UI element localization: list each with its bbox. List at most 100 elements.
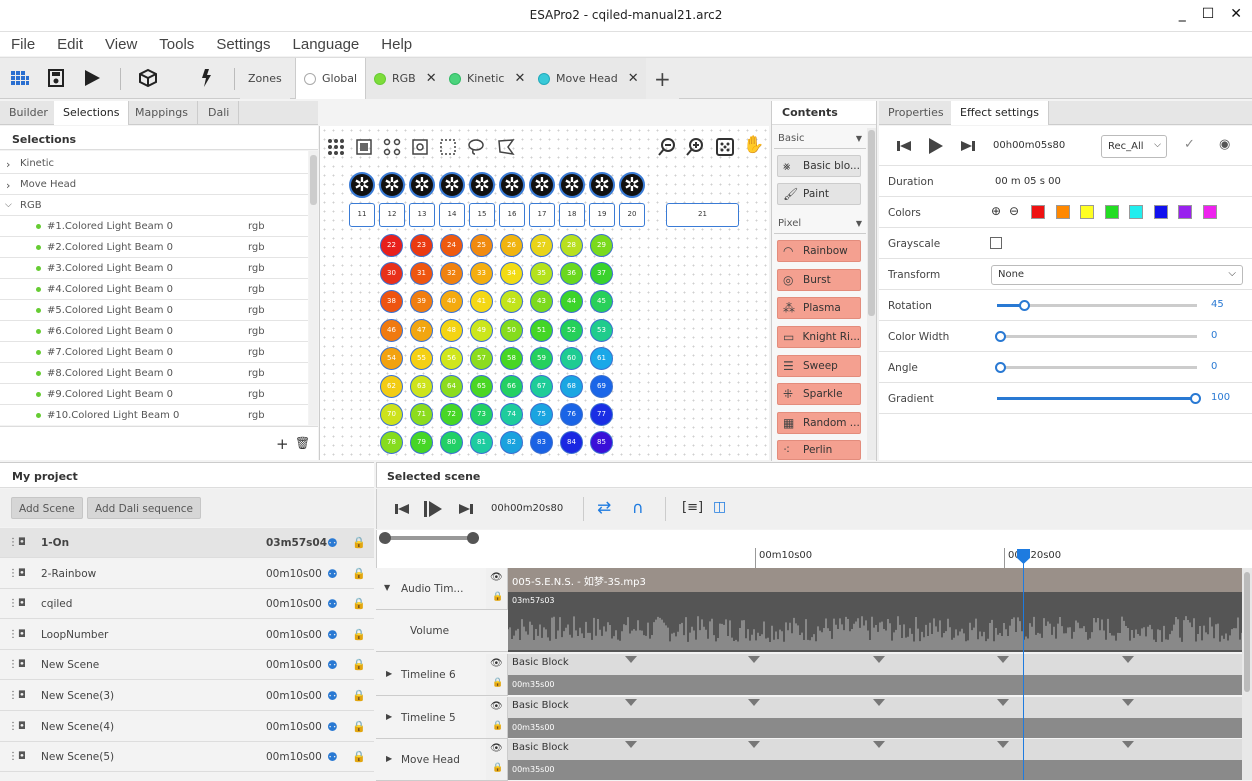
keyframe-marker-icon[interactable] — [748, 741, 760, 748]
color-swatch[interactable] — [1104, 205, 1119, 219]
trash-icon[interactable]: 🗑 — [295, 436, 310, 450]
move-head-fixture[interactable]: 12 — [379, 203, 405, 227]
kinetic-fan-icon[interactable] — [529, 172, 555, 198]
slider-track[interactable] — [997, 393, 1201, 404]
add-icon[interactable]: + — [276, 435, 289, 453]
scene-row[interactable]: ⋮◘ LoopNumber 00m10s00 ⚉ 🔒 — [0, 619, 374, 650]
keyframe-marker-icon[interactable] — [748, 698, 760, 706]
lock-icon[interactable]: 🔒 — [492, 678, 503, 688]
dots-select-icon[interactable] — [383, 138, 401, 156]
pan-hand-icon[interactable]: ✋ — [743, 135, 764, 155]
tab-selections[interactable]: Selections — [54, 101, 130, 125]
menu-settings[interactable]: Settings — [216, 36, 270, 53]
rgb-led-fixture[interactable]: 48 — [440, 318, 463, 342]
drag-handle-icon[interactable]: ⋮◘ — [8, 690, 26, 701]
menu-view[interactable]: View — [105, 36, 137, 53]
audio-clip[interactable]: 005-S.E.N.S. - 如梦-3S.mp3 03m57s03 — [508, 568, 1244, 610]
selection-item[interactable]: #2.Colored Light Beam 0 rgb — [0, 237, 308, 258]
lock-icon[interactable]: 🔒 — [492, 763, 503, 773]
play-icon[interactable] — [82, 68, 102, 88]
lightning-icon[interactable] — [196, 68, 216, 88]
selection-item[interactable]: #9.Colored Light Beam 0 rgb — [0, 384, 308, 405]
keyframe-marker-icon[interactable] — [748, 656, 760, 663]
selection-item[interactable]: #5.Colored Light Beam 0 rgb — [0, 300, 308, 321]
move-head-fixture[interactable]: 18 — [559, 203, 585, 227]
group-icon[interactable]: ⚉ — [327, 628, 338, 642]
rgb-led-fixture[interactable]: 49 — [470, 318, 493, 342]
selection-item[interactable]: #7.Colored Light Beam 0 rgb — [0, 342, 308, 363]
lock-icon[interactable]: 🔒 — [352, 689, 366, 702]
rgb-led-fixture[interactable]: 61 — [590, 346, 613, 370]
rgb-led-fixture[interactable]: 60 — [560, 346, 583, 370]
rgb-led-fixture[interactable]: 53 — [590, 318, 613, 342]
skip-back-icon[interactable] — [395, 503, 409, 515]
move-head-fixture[interactable]: 16 — [499, 203, 525, 227]
rgb-led-fixture[interactable]: 59 — [530, 346, 553, 370]
zoom-in-icon[interactable] — [685, 137, 705, 157]
keyframe-marker-icon[interactable] — [625, 698, 637, 706]
effect-block[interactable]: Basic Block 00m35s00 — [508, 654, 1244, 696]
kinetic-fan-icon[interactable] — [349, 172, 375, 198]
grayscale-checkbox[interactable] — [990, 237, 1002, 249]
select-box-icon[interactable] — [355, 138, 373, 156]
effect-sweep[interactable]: ☰ Sweep — [777, 355, 861, 377]
close-icon[interactable]: ✕ — [1230, 6, 1242, 22]
rgb-led-fixture[interactable]: 29 — [590, 234, 613, 257]
add-color-icon[interactable]: ⊕ — [991, 204, 1001, 218]
rgb-led-fixture[interactable]: 67 — [530, 375, 553, 398]
rgb-led-fixture[interactable]: 55 — [410, 346, 433, 370]
rgb-led-fixture[interactable]: 24 — [440, 234, 463, 257]
drag-handle-icon[interactable]: ⋮◘ — [8, 537, 26, 548]
scene-row[interactable]: ⋮◘ New Scene 00m10s00 ⚉ 🔒 — [0, 650, 374, 681]
kinetic-fan-icon[interactable] — [469, 172, 495, 198]
rgb-led-fixture[interactable]: 46 — [380, 318, 403, 342]
tab-properties[interactable]: Properties — [879, 101, 954, 125]
menu-edit[interactable]: Edit — [57, 36, 83, 53]
rgb-led-fixture[interactable]: 23 — [410, 234, 433, 257]
kinetic-fan-icon[interactable] — [589, 172, 615, 198]
minimize-icon[interactable]: _ — [1179, 6, 1186, 22]
move-head-fixture[interactable]: 20 — [619, 203, 645, 227]
effect-paint[interactable]: 🖌 Paint — [777, 183, 861, 205]
cube-icon[interactable] — [138, 68, 158, 88]
slider-track[interactable] — [995, 331, 1197, 342]
rgb-led-fixture[interactable]: 54 — [380, 346, 403, 370]
rgb-led-fixture[interactable]: 64 — [440, 375, 463, 398]
skip-back-icon[interactable] — [897, 140, 911, 152]
magnet-icon[interactable]: ∩ — [632, 498, 644, 517]
color-swatch[interactable] — [1178, 205, 1192, 219]
rgb-led-fixture[interactable]: 27 — [530, 234, 553, 257]
lock-icon[interactable]: 🔒 — [352, 720, 366, 733]
keyframe-marker-icon[interactable] — [997, 698, 1009, 706]
color-swatch[interactable] — [1202, 205, 1217, 219]
color-swatch[interactable] — [1055, 205, 1070, 219]
slider-track[interactable] — [995, 362, 1197, 373]
scene-row[interactable]: ⋮◘ 1-On 03m57s04 ⚉ 🔒 — [0, 528, 374, 558]
effect-random[interactable]: ▦ Random ... — [777, 412, 861, 434]
rgb-led-fixture[interactable]: 63 — [410, 375, 433, 398]
keyframe-marker-icon[interactable] — [625, 656, 637, 663]
scene-row[interactable]: ⋮◘ cqiled 00m10s00 ⚉ 🔒 — [0, 589, 374, 620]
move-head-fixture[interactable]: 15 — [469, 203, 495, 227]
add-dali-sequence-button[interactable]: Add Dali sequence — [87, 497, 201, 519]
menu-file[interactable]: File — [11, 36, 35, 53]
keyframe-marker-icon[interactable] — [873, 656, 885, 663]
effect-knight-rider[interactable]: ▭ Knight Ri... — [777, 326, 861, 348]
zoom-slider-end-knob[interactable] — [467, 532, 479, 544]
slider-knob[interactable] — [1190, 393, 1201, 404]
keyframe-marker-icon[interactable] — [625, 741, 637, 748]
drag-handle-icon[interactable]: ⋮◘ — [8, 751, 26, 762]
selection-item[interactable]: #6.Colored Light Beam 0 rgb — [0, 321, 308, 342]
group-icon[interactable]: ⚉ — [327, 597, 338, 611]
slider-knob[interactable] — [995, 331, 1006, 342]
move-head-fixture[interactable]: 17 — [529, 203, 555, 227]
rgb-led-fixture[interactable]: 57 — [470, 346, 493, 370]
tab-rgb[interactable]: RGB ✕ — [366, 58, 446, 99]
rgb-led-fixture[interactable]: 50 — [500, 318, 523, 342]
move-head-fixture[interactable]: 14 — [439, 203, 465, 227]
selection-item[interactable]: #8.Colored Light Beam 0 rgb — [0, 363, 308, 384]
playhead[interactable] — [1023, 554, 1024, 780]
zoom-slider[interactable] — [385, 536, 479, 540]
check-icon[interactable]: ✓ — [1184, 137, 1195, 152]
contents-scrollbar[interactable] — [867, 128, 876, 460]
